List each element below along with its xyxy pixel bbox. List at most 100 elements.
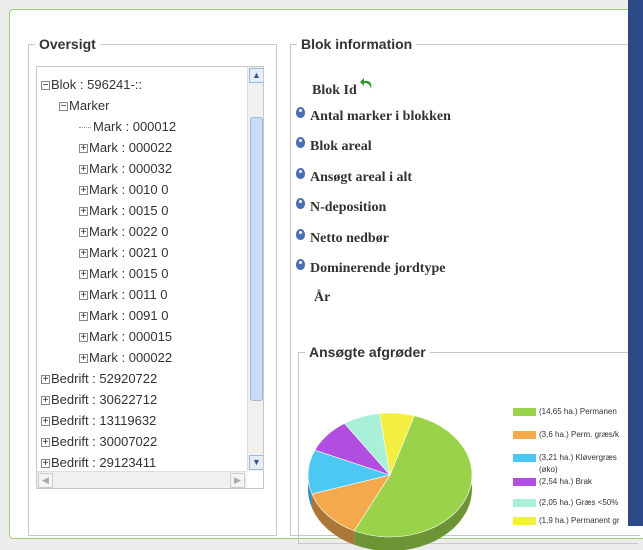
- legend-text-line2: (øko): [539, 465, 558, 474]
- collapse-icon[interactable]: −: [41, 81, 50, 91]
- right-edge-bar: [628, 0, 643, 526]
- tree-mark-item[interactable]: + Mark : 0011 0: [79, 285, 168, 305]
- tree-root-node[interactable]: + Bedrift : 52920722: [41, 369, 157, 389]
- legend-text: (14,65 ha.) Permanen: [539, 407, 617, 416]
- tree-item-label: Mark : 0091 0: [89, 308, 169, 323]
- afgroeder-legend: Ansøgte afgrøder: [309, 344, 426, 360]
- tree-vertical-scrollbar[interactable]: ▲ ▼: [247, 67, 263, 471]
- scroll-right-icon[interactable]: ▶: [230, 473, 245, 488]
- tree-mark-item[interactable]: + Mark : 000015: [79, 327, 172, 347]
- expand-icon[interactable]: +: [79, 144, 88, 154]
- expand-icon[interactable]: +: [79, 354, 88, 364]
- collapse-icon[interactable]: −: [59, 102, 68, 112]
- blok-info-label: N-deposition: [310, 200, 387, 215]
- tree-item-label: Mark : 0021 0: [89, 245, 169, 260]
- expand-icon[interactable]: +: [79, 207, 88, 217]
- tree-mark-item[interactable]: + Mark : 0010 0: [79, 180, 169, 200]
- legend-swatch: [513, 407, 536, 416]
- info-shield-icon[interactable]: [296, 229, 305, 240]
- legend-text: (1,9 ha.) Permanent gr: [539, 516, 620, 525]
- tree-item-label: Mark : 000032: [89, 161, 173, 176]
- tree-item-label: Bedrift : 29123411: [51, 455, 157, 470]
- legend-text: (3,6 ha.) Perm. græs/k: [539, 430, 620, 439]
- tree-root-node[interactable]: + Bedrift : 30622712: [41, 390, 157, 410]
- tree-mark-item[interactable]: + Mark : 0022 0: [79, 222, 169, 242]
- legend-swatch: [513, 516, 536, 525]
- tree-mark-item[interactable]: + Mark : 0091 0: [79, 306, 169, 326]
- block-tree[interactable]: − Blok : 596241-:: − Marker Mark : 000012 + Ma…: [36, 66, 264, 489]
- tree-mark-item[interactable]: + Mark : 0021 0: [79, 243, 169, 263]
- back-arrow-icon[interactable]: [360, 76, 374, 90]
- scroll-down-icon[interactable]: ▼: [249, 455, 263, 470]
- tree-marker-node[interactable]: − Marker: [59, 96, 109, 116]
- info-shield-icon[interactable]: [296, 137, 305, 148]
- expand-icon[interactable]: +: [79, 312, 88, 322]
- scroll-up-icon[interactable]: ▲: [249, 68, 263, 83]
- info-shield-icon[interactable]: [296, 168, 305, 179]
- blok-info-label: Blok areal: [310, 139, 372, 154]
- tree-mark-item[interactable]: + Mark : 000022: [79, 138, 172, 158]
- expand-icon[interactable]: +: [41, 459, 50, 469]
- expand-icon[interactable]: +: [41, 417, 50, 427]
- tree-item-label: Bedrift : 30007022: [51, 434, 158, 449]
- expand-icon[interactable]: +: [79, 270, 88, 280]
- expand-icon[interactable]: +: [79, 333, 88, 343]
- expand-icon[interactable]: +: [79, 291, 88, 301]
- pie-legend-item: (3,6 ha.) Perm. græs/k: [513, 428, 619, 442]
- pie-legend-item: (3,21 ha.) Kløvergræs (øko): [513, 451, 617, 474]
- tree-item-label: Bedrift : 13119632: [51, 413, 157, 428]
- expand-icon[interactable]: +: [41, 438, 50, 448]
- tree-item-label: Mark : 000012: [93, 119, 177, 134]
- tree-item-label: Mark : 000022: [89, 140, 173, 155]
- tree-mark-item[interactable]: + Mark : 0015 0: [79, 264, 169, 284]
- blok-info-label: Netto nedbør: [310, 231, 389, 246]
- tree-item-label: Bedrift : 52920722: [51, 371, 158, 386]
- blok-info-label: Antal marker i blokken: [310, 109, 451, 124]
- pie-legend-item: (2,54 ha.) Brak: [513, 475, 592, 489]
- scroll-left-icon[interactable]: ◀: [38, 473, 53, 488]
- tree-item-label: Mark : 000015: [89, 329, 173, 344]
- tree-connector: [79, 127, 91, 129]
- tree-root-node[interactable]: − Blok : 596241-::: [41, 75, 142, 95]
- legend-swatch: [513, 477, 536, 486]
- pie-legend-item: (14,65 ha.) Permanen: [513, 405, 617, 419]
- legend-text: (2,54 ha.) Brak: [539, 477, 592, 486]
- blok-info-label: Ansøgt areal i alt: [310, 170, 413, 185]
- pie-legend-item: (2,05 ha.) Græs <50%: [513, 496, 618, 510]
- expand-icon[interactable]: +: [41, 396, 50, 406]
- expand-icon[interactable]: +: [79, 249, 88, 259]
- tree-root-node[interactable]: + Bedrift : 29123411: [41, 453, 156, 473]
- tree-mark-item[interactable]: + Mark : 000022: [79, 348, 172, 368]
- tree-root-node[interactable]: + Bedrift : 30007022: [41, 432, 157, 452]
- blok-info-row: Dominerende jordtype: [296, 259, 445, 279]
- tree-scroll-thumb[interactable]: [250, 117, 263, 401]
- tree-item-label: Mark : 0010 0: [89, 182, 169, 197]
- blok-info-row: N-deposition: [296, 198, 386, 218]
- blok-information-legend: Blok information: [301, 36, 413, 52]
- blok-info-row: Blok areal: [296, 137, 372, 157]
- tree-root-node[interactable]: + Bedrift : 13119632: [41, 411, 156, 431]
- tree-item-label: Bedrift : 30622712: [51, 392, 158, 407]
- expand-icon[interactable]: +: [79, 186, 88, 196]
- blok-info-label: Dominerende jordtype: [310, 261, 446, 276]
- tree-item-label: Mark : 000022: [89, 350, 173, 365]
- tree-mark-item[interactable]: + Mark : 000032: [79, 159, 172, 179]
- tree-horizontal-scrollbar[interactable]: ◀ ▶: [37, 471, 247, 488]
- expand-icon[interactable]: +: [79, 165, 88, 175]
- oversigt-legend: Oversigt: [39, 36, 96, 52]
- expand-icon[interactable]: +: [41, 375, 50, 385]
- legend-text: (2,05 ha.) Græs <50%: [539, 498, 619, 507]
- info-shield-icon[interactable]: [296, 198, 305, 209]
- tree-mark-item[interactable]: + Mark : 0015 0: [79, 201, 169, 221]
- tree-item-label: Mark : 0015 0: [89, 203, 169, 218]
- expand-icon[interactable]: +: [79, 228, 88, 238]
- info-shield-icon[interactable]: [296, 259, 305, 270]
- tree-mark-item[interactable]: Mark : 000012: [79, 117, 176, 137]
- tree-item-label: Mark : 0015 0: [89, 266, 169, 281]
- blok-info-row: Netto nedbør: [296, 229, 389, 249]
- legend-text: (3,21 ha.) Kløvergræs: [539, 453, 617, 462]
- aar-label: År: [314, 290, 331, 305]
- info-shield-icon[interactable]: [296, 107, 305, 118]
- tree-item-label: Mark : 0022 0: [89, 224, 169, 239]
- afgroeder-pie-chart: [307, 412, 473, 550]
